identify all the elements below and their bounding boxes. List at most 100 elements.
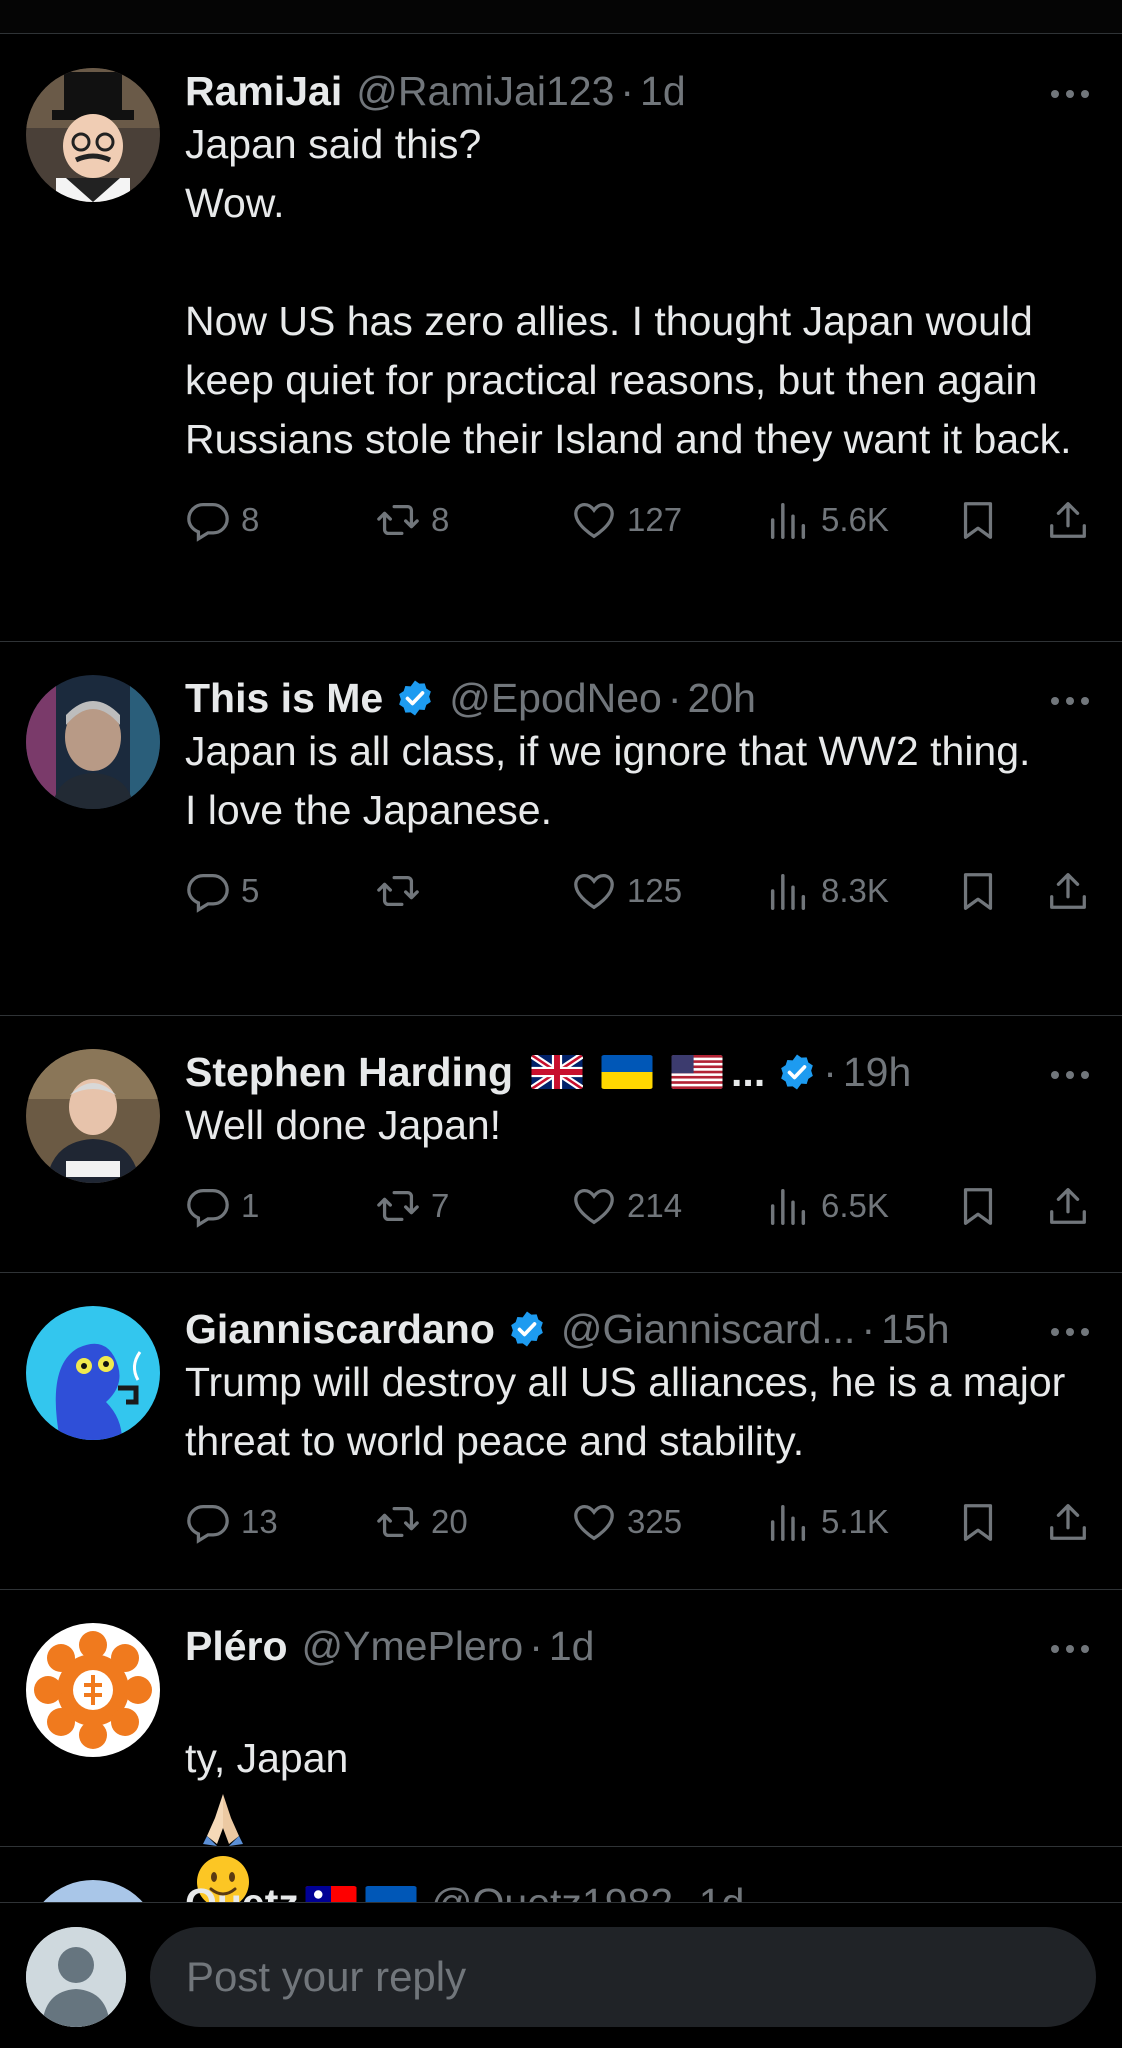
default-profile-icon	[26, 1927, 126, 2027]
timestamp[interactable]: 20h	[687, 672, 755, 724]
reply-button[interactable]: 1	[185, 1181, 259, 1231]
reply-button[interactable]: 13	[185, 1497, 278, 1547]
view-count: 6.5K	[821, 1187, 889, 1224]
repost-count: 8	[431, 501, 450, 538]
repost-count: 20	[431, 1503, 468, 1540]
tweet-header: Stephen Harding ... · 19h	[185, 1046, 1094, 1098]
share-button[interactable]	[1045, 1497, 1101, 1547]
bookmark-button[interactable]	[955, 1181, 1011, 1231]
like-count: 325	[627, 1503, 683, 1540]
reply-button[interactable]: 5	[185, 866, 259, 916]
more-options-icon[interactable]	[1048, 1068, 1092, 1082]
tweet-header: Pléro @YmePlero · 1d	[185, 1620, 1094, 1672]
bookmark-icon	[955, 1499, 1001, 1545]
reply-input[interactable]	[150, 1927, 1096, 2027]
ukraine-flag-icon	[601, 1055, 653, 1089]
avatar[interactable]	[26, 68, 160, 202]
reply-button[interactable]: 8	[185, 495, 259, 545]
folded-hands-emoji-icon	[203, 1794, 243, 1846]
view-count: 5.1K	[821, 1503, 889, 1540]
avatar[interactable]	[26, 675, 160, 809]
tweet-text: Trump will destroy all US alliances, he …	[185, 1359, 1066, 1464]
avatar[interactable]	[26, 1306, 160, 1440]
truncation-ellipsis: ...	[731, 1049, 766, 1095]
repost-icon	[375, 1183, 421, 1229]
bookmark-button[interactable]	[955, 1497, 1011, 1547]
user-handle[interactable]: @EpodNeo	[449, 672, 662, 724]
repost-button[interactable]: 20	[375, 1497, 468, 1547]
timestamp[interactable]: 19h	[843, 1046, 911, 1098]
repost-button[interactable]	[375, 866, 431, 916]
reply-count: 5	[241, 872, 260, 909]
reply-icon	[185, 497, 231, 543]
repost-icon	[375, 1499, 421, 1545]
views-button[interactable]: 6.5K	[765, 1181, 889, 1231]
bookmark-button[interactable]	[955, 495, 1011, 545]
tweet-header: RamiJai @RamiJai123 · 1d	[185, 65, 1094, 117]
timestamp[interactable]: 1d	[549, 1620, 595, 1672]
verified-badge-icon	[395, 678, 435, 718]
separator-dot: ·	[620, 68, 635, 114]
avatar[interactable]	[26, 1623, 160, 1757]
more-options-icon[interactable]	[1048, 87, 1092, 101]
more-options-icon[interactable]	[1048, 1642, 1092, 1656]
views-button[interactable]: 5.6K	[765, 495, 889, 545]
display-name[interactable]: Stephen Harding	[185, 1046, 513, 1098]
repost-button[interactable]: 7	[375, 1181, 449, 1231]
tweet-text: Japan is all class, if we ignore that WW…	[185, 728, 1031, 833]
reply-tweet[interactable]: RamiJai @RamiJai123 · 1d Japan said this…	[0, 35, 1122, 642]
current-user-avatar[interactable]	[26, 1927, 126, 2027]
bookmark-icon	[955, 497, 1001, 543]
reply-composer-bar	[0, 1902, 1122, 2048]
repost-icon	[375, 497, 421, 543]
top-divider-strip	[0, 0, 1122, 34]
bookmark-button[interactable]	[955, 866, 1011, 916]
share-icon	[1045, 497, 1091, 543]
reply-count: 1	[241, 1187, 260, 1224]
heart-icon	[571, 497, 617, 543]
more-options-icon[interactable]	[1048, 1325, 1092, 1339]
share-button[interactable]	[1045, 866, 1101, 916]
reply-tweet[interactable]: This is Me @EpodNeo · 20h Japan is all c…	[0, 642, 1122, 1016]
views-icon	[765, 497, 811, 543]
display-name[interactable]: This is Me	[185, 672, 383, 724]
views-button[interactable]: 5.1K	[765, 1497, 889, 1547]
like-count: 127	[627, 501, 683, 538]
reply-feed[interactable]: RamiJai @RamiJai123 · 1d Japan said this…	[0, 35, 1122, 2047]
like-button[interactable]: 127	[571, 495, 682, 545]
like-count: 214	[627, 1187, 683, 1224]
repost-icon	[375, 868, 421, 914]
avatar[interactable]	[26, 1049, 160, 1183]
timestamp[interactable]: 15h	[881, 1303, 949, 1355]
separator-dot: ·	[823, 1049, 837, 1095]
views-button[interactable]: 8.3K	[765, 866, 889, 916]
reply-count: 13	[241, 1503, 278, 1540]
timestamp[interactable]: 1d	[640, 65, 686, 117]
display-name[interactable]: Pléro	[185, 1620, 288, 1672]
repost-button[interactable]: 8	[375, 495, 449, 545]
tweet-actions: 1 7 214 6.5K	[185, 1155, 1094, 1265]
user-handle[interactable]: @Gianniscard...	[561, 1303, 856, 1355]
repost-count: 7	[431, 1187, 450, 1224]
like-button[interactable]: 325	[571, 1497, 682, 1547]
share-button[interactable]	[1045, 1181, 1101, 1231]
display-name[interactable]: RamiJai	[185, 65, 342, 117]
reply-icon	[185, 868, 231, 914]
tweet-text: Well done Japan!	[185, 1102, 502, 1148]
reply-tweet[interactable]: Pléro @YmePlero · 1d ty, Japan 2 16 820	[0, 1590, 1122, 1847]
reply-tweet[interactable]: Gianniscardano @Gianniscard... · 15h Tru…	[0, 1273, 1122, 1590]
views-icon	[765, 1499, 811, 1545]
user-handle[interactable]: @YmePlero	[302, 1620, 524, 1672]
user-handle[interactable]: @RamiJai123	[356, 65, 614, 117]
heart-icon	[571, 868, 617, 914]
verified-badge-icon	[507, 1309, 547, 1349]
uk-flag-icon	[531, 1055, 584, 1089]
reply-tweet[interactable]: Stephen Harding ... · 19h Well done Japa…	[0, 1016, 1122, 1273]
like-button[interactable]: 125	[571, 866, 682, 916]
display-name[interactable]: Gianniscardano	[185, 1303, 495, 1355]
like-button[interactable]: 214	[571, 1181, 682, 1231]
tweet-actions: 13 20 325 5.1K	[185, 1471, 1094, 1581]
reply-count: 8	[241, 501, 260, 538]
more-options-icon[interactable]	[1048, 694, 1092, 708]
share-button[interactable]	[1045, 495, 1101, 545]
